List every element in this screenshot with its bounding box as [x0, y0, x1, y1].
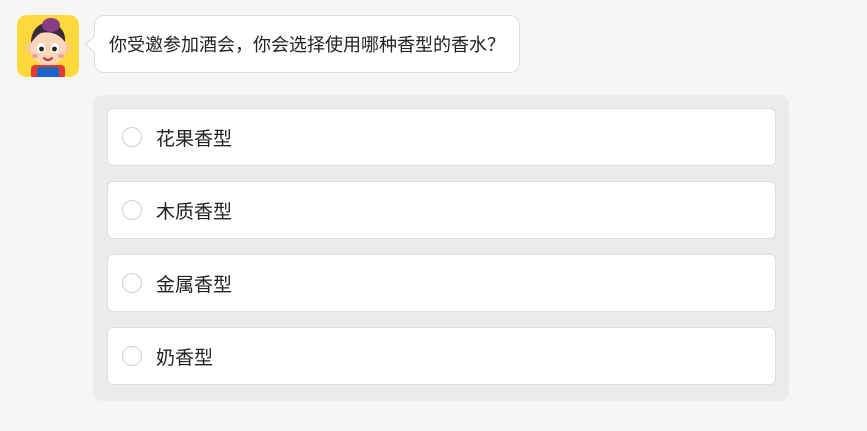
- question-bubble: 你受邀参加酒会，你会选择使用哪种香型的香水？: [94, 15, 520, 73]
- radio-button[interactable]: [122, 200, 142, 220]
- option-item[interactable]: 花果香型: [107, 108, 776, 166]
- radio-button[interactable]: [122, 127, 142, 147]
- radio-button[interactable]: [122, 346, 142, 366]
- option-item[interactable]: 奶香型: [107, 327, 776, 385]
- question-row: 你受邀参加酒会，你会选择使用哪种香型的香水？: [17, 15, 520, 77]
- option-label: 木质香型: [156, 200, 233, 223]
- options-panel: 花果香型 木质香型 金属香型 奶香型: [93, 95, 789, 401]
- radio-button[interactable]: [122, 273, 142, 293]
- option-label: 奶香型: [156, 346, 214, 369]
- cartoon-boy-avatar-icon: [17, 15, 79, 77]
- option-label: 花果香型: [156, 127, 233, 150]
- avatar: [17, 15, 79, 77]
- option-item[interactable]: 木质香型: [107, 181, 776, 239]
- option-label: 金属香型: [156, 273, 233, 296]
- option-item[interactable]: 金属香型: [107, 254, 776, 312]
- question-text: 你受邀参加酒会，你会选择使用哪种香型的香水？: [109, 35, 505, 56]
